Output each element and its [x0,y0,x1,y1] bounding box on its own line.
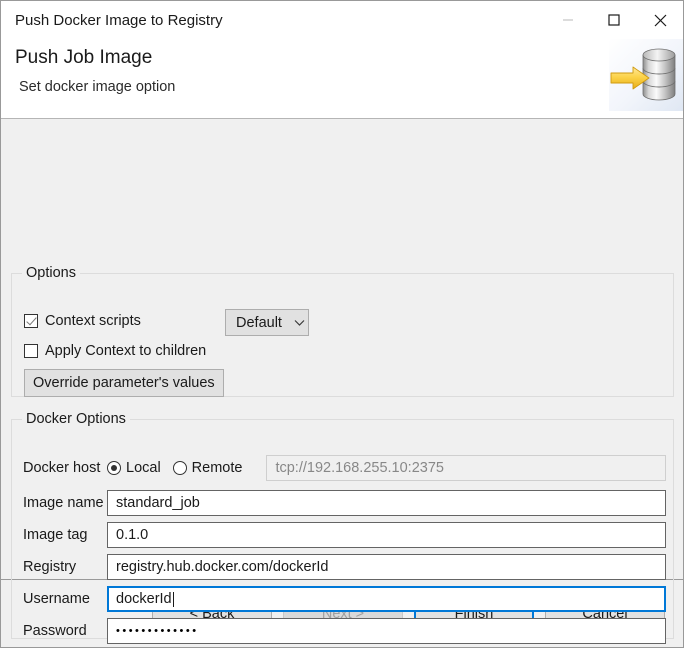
apply-context-children-label: Apply Context to children [45,343,207,359]
registry-label: Registry [23,559,77,575]
database-push-icon [609,39,683,111]
options-group: Options Context scripts Default Apply Co… [11,265,674,397]
docker-host-remote-label: Remote [191,460,243,476]
docker-options-group-legend: Docker Options [26,411,126,427]
image-name-label: Image name [23,495,104,511]
minimize-icon [563,19,573,21]
minimize-button[interactable] [545,1,591,39]
title-bar: Push Docker Image to Registry [1,1,683,39]
image-tag-row: Image tag 0.1.0 [13,522,674,548]
override-parameters-button[interactable]: Override parameter's values [24,369,224,397]
image-name-input[interactable]: standard_job [107,490,666,516]
docker-host-radio-group: Local Remote [107,460,254,476]
close-icon [654,14,666,26]
docker-host-url-input[interactable]: tcp://192.168.255.10:2375 [266,455,666,481]
context-preset-dropdown[interactable]: Default [225,309,309,336]
dialog-header: Push Job Image Set docker image option [1,39,683,119]
page-subtitle: Set docker image option [19,79,176,95]
password-label: Password [23,623,87,639]
docker-host-remote-option[interactable]: Remote [172,460,243,476]
docker-host-row: Docker host Local Remote tcp://192.168.2… [13,455,674,481]
docker-host-label: Docker host [23,460,101,476]
options-group-legend: Options [26,265,76,281]
password-row: Password ••••••••••••• [13,618,674,644]
apply-context-children-checkbox-row[interactable]: Apply Context to children [24,343,206,359]
push-docker-image-dialog: Push Docker Image to Registry Push Job I… [0,0,684,648]
context-preset-value: Default [236,314,282,331]
username-label: Username [23,591,90,607]
override-parameters-label: Override parameter's values [33,375,215,391]
docker-host-local-option[interactable]: Local [107,460,161,476]
window-title: Push Docker Image to Registry [15,11,223,29]
docker-host-remote-radio[interactable] [172,461,187,475]
registry-input[interactable]: registry.hub.docker.com/dockerId [107,554,666,580]
username-input[interactable]: dockerId [107,586,666,612]
registry-row: Registry registry.hub.docker.com/dockerI… [13,554,674,580]
dialog-body: Options Context scripts Default Apply Co… [1,119,683,644]
maximize-icon [608,14,620,26]
username-input-value: dockerId [116,591,172,607]
password-input[interactable]: ••••••••••••• [107,618,666,644]
image-tag-label: Image tag [23,527,88,543]
maximize-button[interactable] [591,1,637,39]
context-scripts-checkbox[interactable] [24,314,38,328]
docker-host-local-radio[interactable] [107,461,121,475]
username-row: Username dockerId [13,586,674,612]
page-title: Push Job Image [15,47,153,68]
password-masked-value: ••••••••••••• [116,625,199,637]
window-controls [545,1,683,39]
text-cursor [172,591,174,607]
close-button[interactable] [637,1,683,39]
context-scripts-checkbox-row[interactable]: Context scripts [24,313,141,329]
image-tag-input[interactable]: 0.1.0 [107,522,666,548]
chevron-down-icon [294,319,305,327]
docker-host-local-label: Local [126,460,161,476]
apply-context-children-checkbox[interactable] [24,344,38,358]
docker-options-group: Docker Options Docker host Local Remote … [11,411,674,644]
image-name-row: Image name standard_job [13,490,674,516]
context-scripts-label: Context scripts [45,313,141,329]
